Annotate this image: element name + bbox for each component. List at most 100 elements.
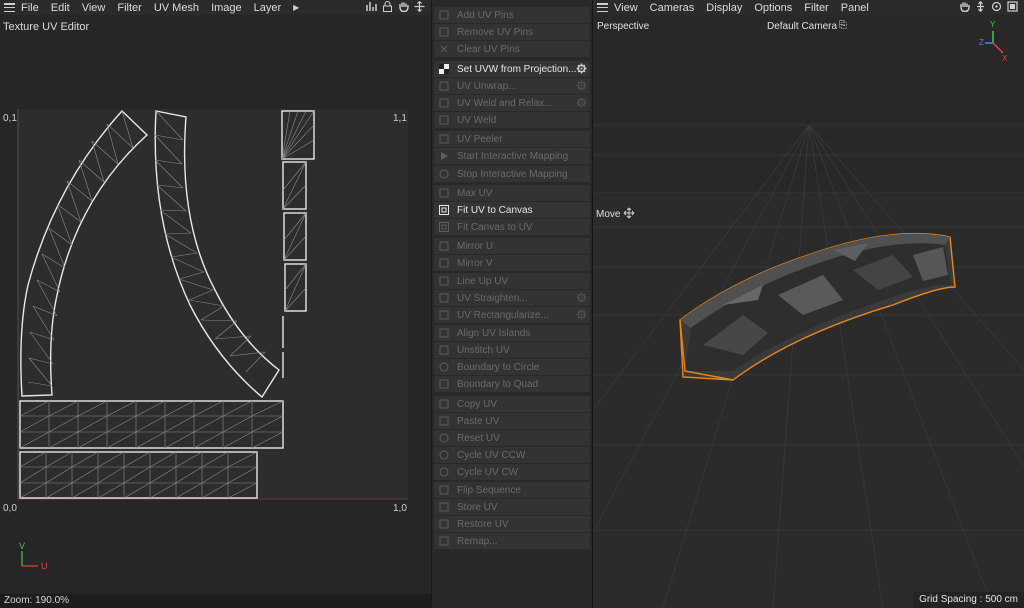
fit-icon	[439, 222, 449, 232]
command-label: Unstitch UV	[457, 344, 510, 356]
command-label: Remap...	[457, 535, 498, 547]
command-label: UV Weld	[457, 114, 497, 126]
fit-icon	[439, 205, 449, 215]
uv-corner-bottom-left: 0,0	[3, 503, 17, 514]
viewport-axis-x-label: X	[1002, 54, 1008, 63]
restore-uv-button[interactable]: Restore UV	[434, 516, 590, 532]
uv-rectangularize-button[interactable]: UV Rectangularize...	[434, 307, 590, 323]
unstitch-uv-button[interactable]: Unstitch UV	[434, 342, 590, 358]
camera-lock-icon[interactable]: ⎘	[839, 20, 847, 31]
gear-icon[interactable]	[576, 97, 587, 111]
remap-icon	[439, 536, 449, 546]
boundary-to-circle-button[interactable]: Boundary to Circle	[434, 359, 590, 375]
uv-canvas[interactable]	[0, 0, 431, 594]
viewport-canvas[interactable]	[593, 15, 1024, 608]
vp-menu-panel[interactable]: Panel	[841, 2, 869, 14]
command-label: Line Up UV	[457, 275, 509, 287]
remap-button[interactable]: Remap...	[434, 533, 590, 549]
uv-axis-u-label: U	[41, 561, 48, 571]
mirror-u-button[interactable]: Mirror U	[434, 238, 590, 254]
viewport-axis-y-label: Y	[990, 20, 996, 29]
set-uvw-from-projection-button[interactable]: Set UVW from Projection...	[434, 61, 590, 77]
max-uv-button[interactable]: Max UV	[434, 185, 590, 201]
stop-icon	[439, 169, 449, 179]
align-uv-islands-button[interactable]: Align UV Islands	[434, 325, 590, 341]
uv-axis-v-label: V	[19, 541, 26, 551]
uv-corner-top-left: 0,1	[3, 113, 17, 124]
uv-straighten-button[interactable]: UV Straighten...	[434, 290, 590, 306]
command-label: Boundary to Circle	[457, 361, 540, 373]
checker-icon	[439, 64, 449, 74]
flip-icon	[439, 485, 449, 495]
gear-icon[interactable]	[576, 80, 587, 94]
store-uv-button[interactable]: Store UV	[434, 499, 590, 515]
uv-axis-gizmo	[21, 551, 38, 567]
store-icon	[439, 502, 449, 512]
rect-icon	[439, 310, 449, 320]
weld-icon	[439, 115, 449, 125]
x-icon	[439, 44, 449, 54]
uv-peeler-button[interactable]: UV Peeler	[434, 131, 590, 147]
uv-zoom-status: Zoom: 190.0%	[0, 594, 431, 608]
orbit-icon[interactable]	[991, 1, 1002, 12]
flip-sequence-button[interactable]: Flip Sequence	[434, 482, 590, 498]
remove-uv-pins-button[interactable]: Remove UV Pins	[434, 24, 590, 40]
copy-uv-button[interactable]: Copy UV	[434, 396, 590, 412]
command-label: Store UV	[457, 501, 498, 513]
viewport-active-tool: Move	[596, 209, 621, 220]
uv-corner-bottom-right: 1,0	[393, 503, 407, 514]
vp-menu-filter[interactable]: Filter	[804, 2, 828, 14]
pan-hand-icon[interactable]	[959, 1, 970, 12]
command-label: Restore UV	[457, 518, 509, 530]
cycle-uv-cw-button[interactable]: Cycle UV CW	[434, 464, 590, 480]
uv-unwrap-button[interactable]: UV Unwrap...	[434, 78, 590, 94]
restore-icon	[439, 519, 449, 529]
pin-icon	[439, 10, 449, 20]
vp-menu-display[interactable]: Display	[706, 2, 742, 14]
dolly-arrows-icon[interactable]	[975, 1, 986, 12]
maximize-icon[interactable]	[1007, 1, 1018, 12]
reset-uv-button[interactable]: Reset UV	[434, 430, 590, 446]
vp-menu-options[interactable]: Options	[754, 2, 792, 14]
play-icon	[439, 151, 449, 161]
boundary-to-quad-button[interactable]: Boundary to Quad	[434, 376, 590, 392]
quad-icon	[439, 379, 449, 389]
clear-uv-pins-button[interactable]: Clear UV Pins	[434, 41, 590, 57]
viewport-view-name[interactable]: Perspective	[597, 21, 649, 32]
gear-icon[interactable]	[576, 63, 587, 77]
command-label: Clear UV Pins	[457, 43, 520, 55]
viewport-axis-z-label: Z	[979, 38, 984, 47]
viewport-camera-name[interactable]: Default Camera	[767, 21, 837, 32]
align-icon	[439, 328, 449, 338]
command-label: UV Straighten...	[457, 292, 528, 304]
paste-uv-button[interactable]: Paste UV	[434, 413, 590, 429]
pin-remove-icon	[439, 27, 449, 37]
viewport-menubar: View Cameras Display Options Filter Pane…	[593, 0, 1024, 15]
viewport-hamburger-icon[interactable]	[597, 3, 608, 12]
command-label: Cycle UV CW	[457, 466, 519, 478]
vp-menu-view[interactable]: View	[614, 2, 638, 14]
command-label: Cycle UV CCW	[457, 449, 526, 461]
line-icon	[439, 276, 449, 286]
uv-weld-and-relax-button[interactable]: UV Weld and Relax...	[434, 95, 590, 111]
command-label: Add UV Pins	[457, 9, 514, 21]
copy-icon	[439, 399, 449, 409]
command-label: Boundary to Quad	[457, 378, 539, 390]
gear-icon[interactable]	[576, 309, 587, 323]
cycle-uv-ccw-button[interactable]: Cycle UV CCW	[434, 447, 590, 463]
command-label: Start Interactive Mapping	[457, 150, 569, 162]
fit-canvas-to-uv-button[interactable]: Fit Canvas to UV	[434, 219, 590, 235]
command-label: Fit Canvas to UV	[457, 221, 533, 233]
stop-interactive-mapping-button[interactable]: Stop Interactive Mapping	[434, 166, 590, 182]
mirror-v-button[interactable]: Mirror V	[434, 255, 590, 271]
add-uv-pins-button[interactable]: Add UV Pins	[434, 7, 590, 23]
fit-uv-to-canvas-button[interactable]: Fit UV to Canvas	[434, 202, 590, 218]
uv-weld-button[interactable]: UV Weld	[434, 112, 590, 128]
uv-corner-top-right: 1,1	[393, 113, 407, 124]
vp-menu-cameras[interactable]: Cameras	[650, 2, 695, 14]
line-up-uv-button[interactable]: Line Up UV	[434, 273, 590, 289]
gear-icon[interactable]	[576, 292, 587, 306]
start-interactive-mapping-button[interactable]: Start Interactive Mapping	[434, 148, 590, 164]
mirror-u-icon	[439, 241, 449, 251]
command-label: UV Rectangularize...	[457, 309, 549, 321]
